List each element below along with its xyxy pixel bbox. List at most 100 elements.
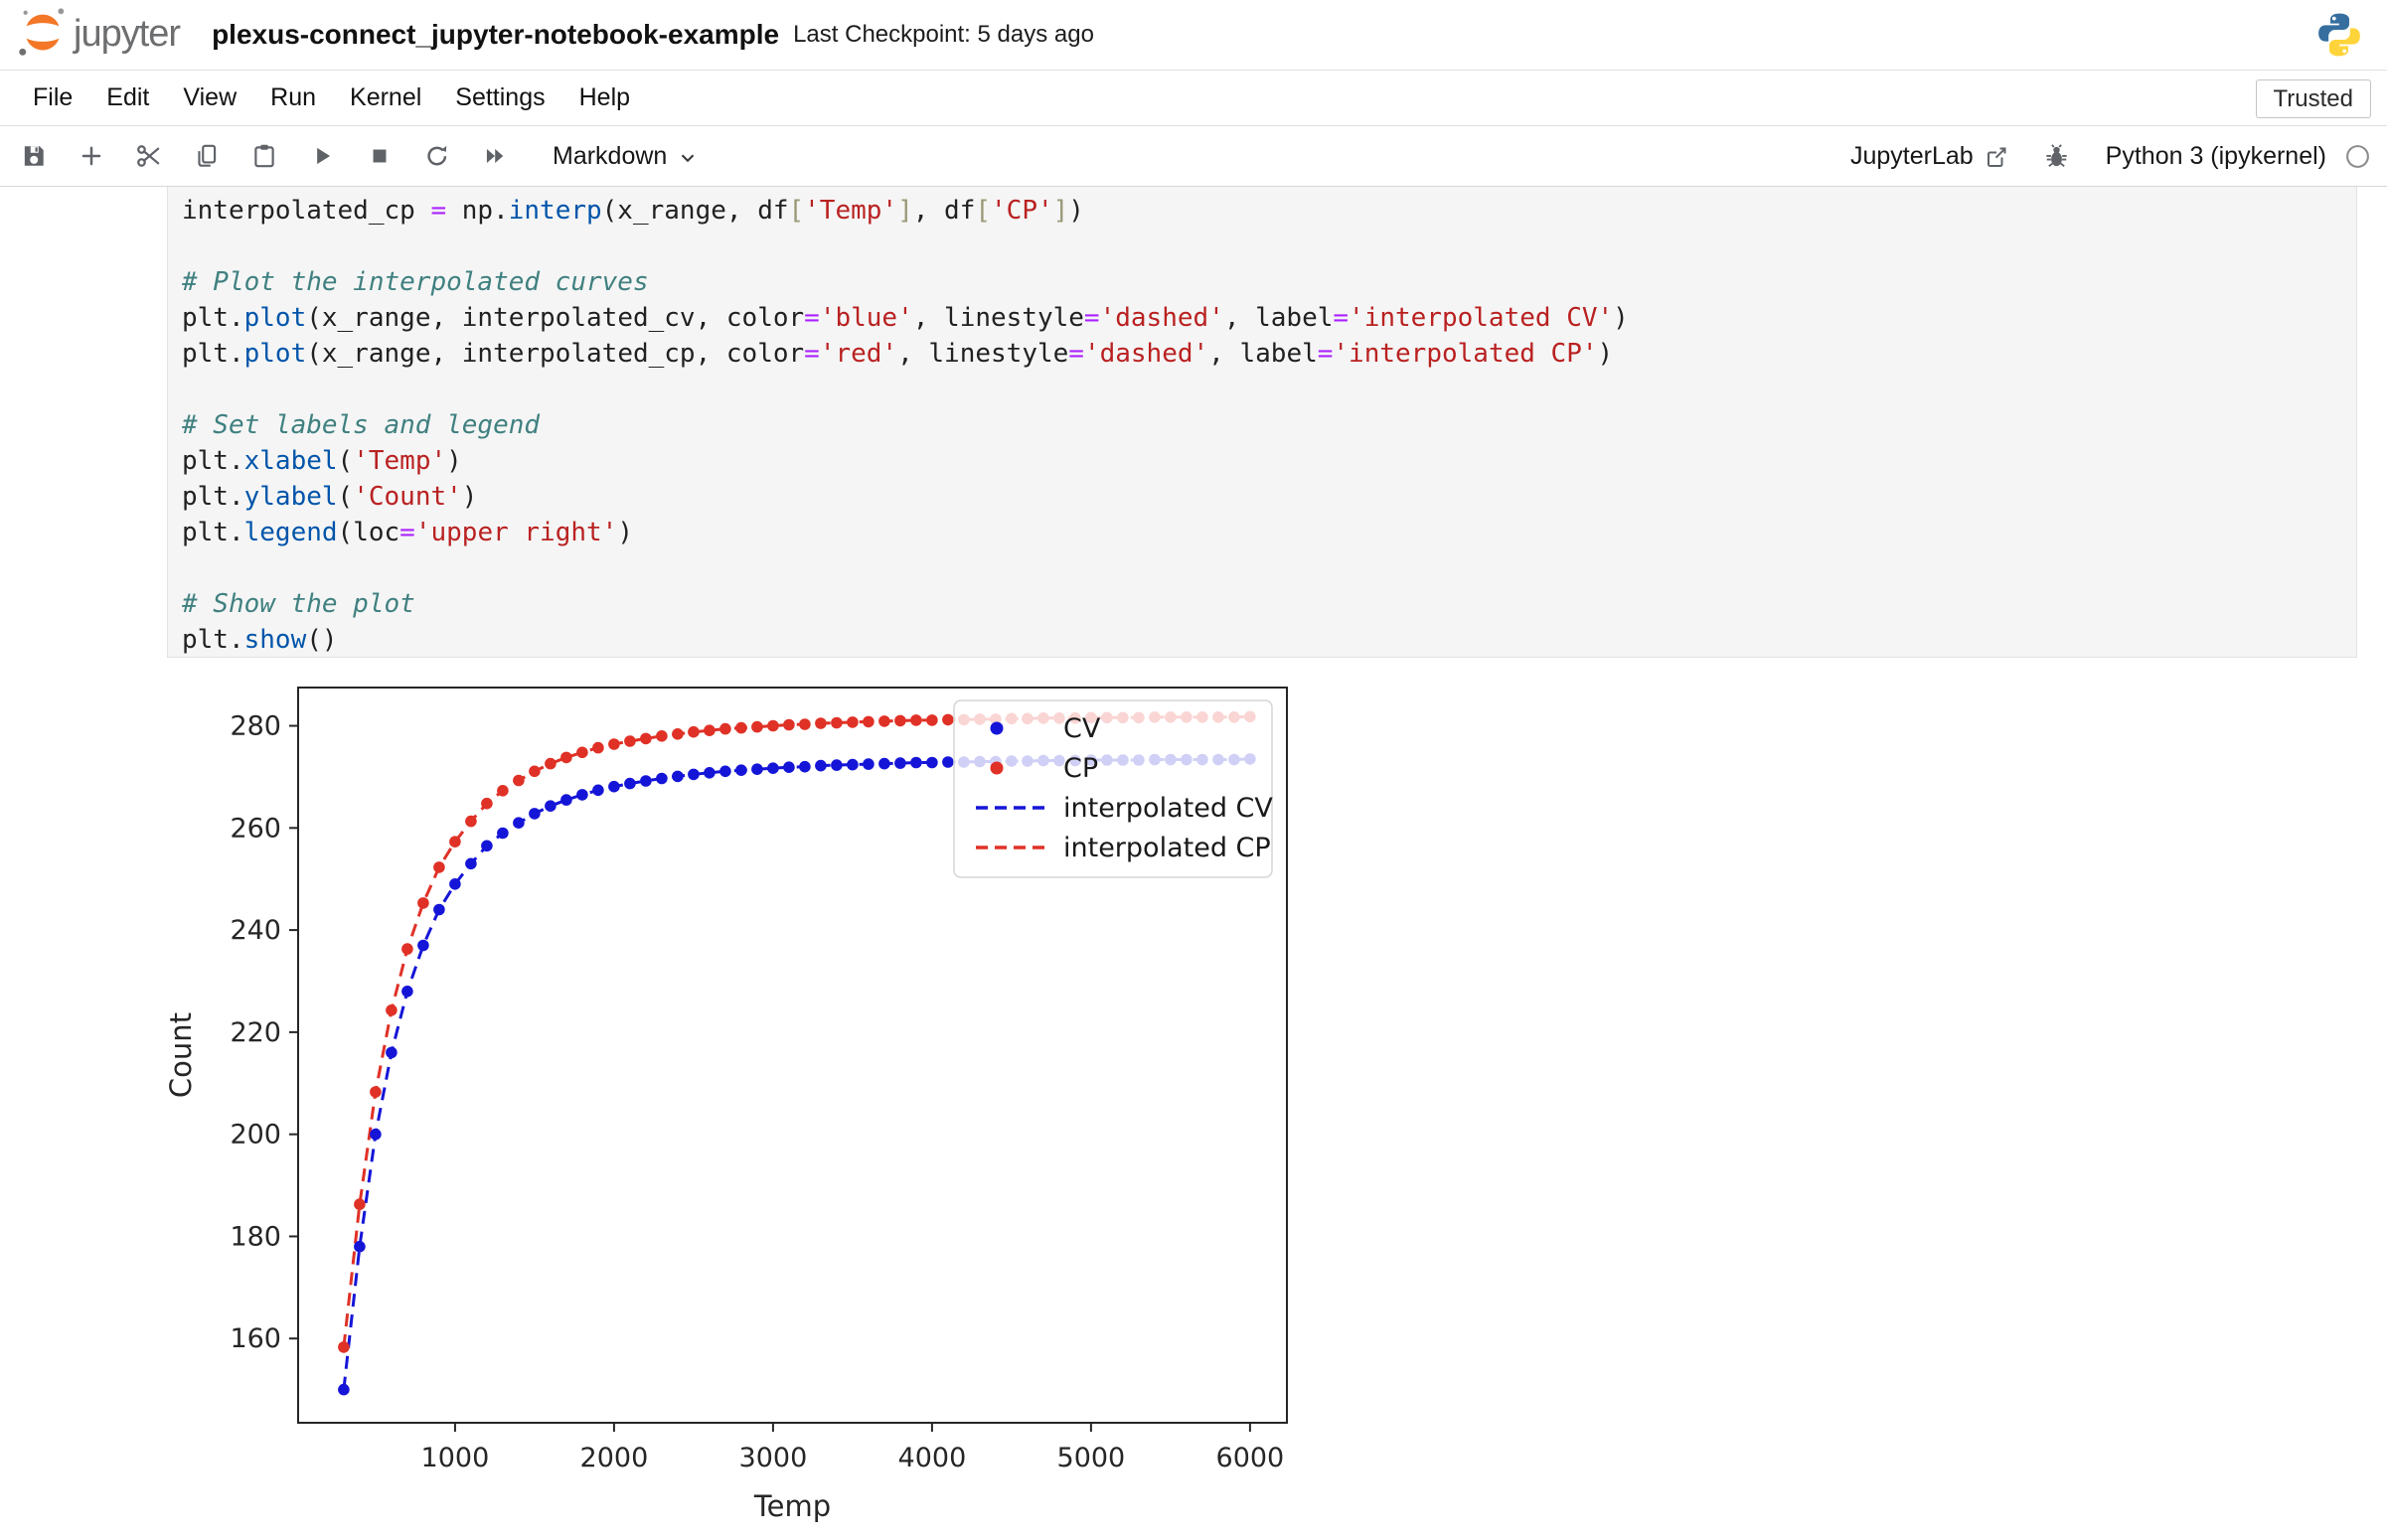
code-editor[interactable]: interpolated_cp = np.interp(x_range, df[…	[168, 187, 2356, 658]
code-line: plt.legend(loc='upper right')	[182, 518, 633, 547]
scatter-point-CP	[417, 897, 429, 909]
x-tick-label: 6000	[1216, 1443, 1285, 1473]
y-tick-label: 220	[230, 1017, 281, 1048]
scatter-point-CP	[481, 797, 493, 810]
insert-cell-below-icon	[81, 146, 101, 166]
scatter-point-CV	[433, 903, 445, 916]
external-link-icon	[1987, 147, 2006, 167]
menu-items: File Edit View Run Kernel Settings Help	[33, 83, 664, 112]
kernel-status-indicator	[2344, 143, 2371, 170]
scatter-point-CP	[592, 741, 604, 754]
scatter-point-CV	[831, 759, 843, 771]
menu-run[interactable]: Run	[270, 83, 316, 112]
scatter-point-CV	[608, 780, 620, 793]
kernel-name[interactable]: Python 3 (ipykernel)	[2106, 142, 2326, 171]
scatter-point-CP	[672, 728, 684, 740]
scatter-point-CV	[863, 758, 875, 770]
save-button[interactable]	[14, 136, 54, 176]
menu-edit[interactable]: Edit	[106, 83, 149, 112]
copy-cells-button[interactable]	[187, 136, 227, 176]
toolbar-buttons	[14, 136, 533, 176]
jupyter-logo-icon	[16, 6, 70, 65]
x-tick-label: 3000	[739, 1443, 808, 1473]
scatter-point-CV	[799, 760, 811, 773]
scatter-point-CV	[354, 1240, 366, 1253]
scatter-point-CV	[815, 759, 827, 772]
scatter-point-CV	[688, 768, 700, 781]
scatter-point-CP	[847, 716, 859, 728]
restart-and-run-all-button[interactable]	[475, 136, 515, 176]
scatter-point-CV	[926, 756, 938, 769]
scatter-point-CV	[847, 758, 859, 771]
scatter-point-CP	[656, 730, 668, 742]
trusted-button[interactable]: Trusted	[2255, 79, 2371, 118]
scatter-point-CP	[863, 715, 875, 728]
debugger-button[interactable]	[2043, 143, 2070, 170]
x-tick-label: 1000	[421, 1443, 490, 1473]
menu-help[interactable]: Help	[579, 83, 630, 112]
menu-kernel[interactable]: Kernel	[350, 83, 421, 112]
scatter-point-CV	[338, 1383, 350, 1396]
scatter-point-CP	[831, 716, 843, 729]
code-line: # Show the plot	[182, 589, 415, 619]
scatter-point-CV	[417, 939, 429, 952]
notebook-title[interactable]: plexus-connect_jupyter-notebook-example	[212, 19, 779, 51]
y-tick-label: 260	[230, 813, 281, 844]
insert-cell-below-button[interactable]	[72, 136, 111, 176]
legend-label: interpolated CV	[1063, 793, 1273, 824]
interrupt-kernel-button[interactable]	[360, 136, 399, 176]
y-tick-label: 160	[230, 1323, 281, 1354]
scatter-point-CV	[719, 765, 731, 778]
scatter-point-CP	[688, 725, 700, 738]
y-tick-label: 180	[230, 1221, 281, 1252]
copy-cells-icon	[198, 144, 217, 167]
paste-cells-button[interactable]	[244, 136, 284, 176]
scatter-point-CP	[942, 713, 954, 726]
menu-settings[interactable]: Settings	[455, 83, 545, 112]
restart-kernel-button[interactable]	[417, 136, 457, 176]
scatter-point-CP	[560, 751, 572, 764]
paste-cells-icon	[254, 144, 274, 168]
scatter-point-CP	[783, 718, 795, 731]
scatter-point-CV	[449, 878, 461, 890]
checkpoint-status: Last Checkpoint: 5 days ago	[793, 21, 1094, 48]
code-cell-input[interactable]: interpolated_cp = np.interp(x_range, df[…	[167, 187, 2357, 658]
jupyter-notebook-app: jupyter plexus-connect_jupyter-notebook-…	[0, 0, 2387, 1540]
jupyter-logo[interactable]: jupyter	[16, 6, 181, 65]
open-in-jupyterlab-link[interactable]: JupyterLab	[1850, 142, 2009, 171]
scatter-point-CV	[513, 817, 525, 829]
scatter-point-CV	[386, 1046, 398, 1059]
scatter-point-CP	[704, 724, 716, 736]
cut-cells-icon	[137, 145, 160, 167]
chevron-down-icon	[682, 154, 695, 163]
legend-marker-icon	[990, 721, 1004, 735]
scatter-point-CV	[672, 770, 684, 783]
x-tick-label: 4000	[898, 1443, 967, 1473]
menu-view[interactable]: View	[183, 83, 237, 112]
scatter-point-CV	[656, 772, 668, 785]
code-line: plt.show()	[182, 625, 338, 655]
scatter-point-CP	[370, 1086, 382, 1098]
scatter-point-CP	[894, 714, 906, 727]
scatter-point-CP	[465, 815, 477, 828]
code-line: plt.plot(x_range, interpolated_cp, color…	[182, 339, 1614, 369]
scatter-point-CP	[815, 717, 827, 729]
scatter-point-CV	[497, 827, 509, 840]
scatter-point-CP	[576, 746, 588, 759]
scatter-point-CP	[608, 738, 620, 750]
scatter-point-CP	[799, 718, 811, 730]
x-tick-label: 2000	[580, 1443, 649, 1473]
save-icon	[24, 146, 44, 166]
scatter-point-CV	[783, 761, 795, 773]
menu-file[interactable]: File	[33, 83, 73, 112]
scatter-point-CV	[465, 857, 477, 870]
scatter-point-CP	[910, 714, 922, 726]
scatter-point-CV	[878, 757, 890, 770]
code-line: plt.xlabel('Temp')	[182, 446, 462, 476]
run-cell-button[interactable]	[302, 136, 342, 176]
scatter-point-CV	[370, 1128, 382, 1141]
cell-type-dropdown[interactable]: Markdown	[553, 142, 699, 171]
cut-cells-button[interactable]	[129, 136, 169, 176]
